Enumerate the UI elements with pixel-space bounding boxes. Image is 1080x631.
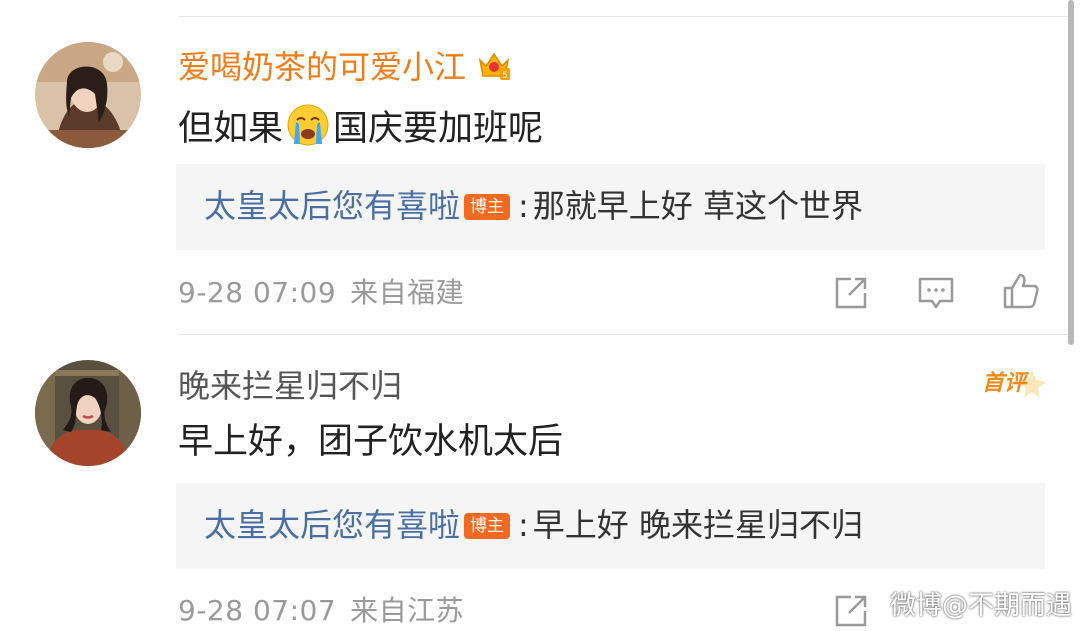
comment-date: 9-28 07:09: [178, 276, 337, 309]
like-icon[interactable]: [1001, 271, 1041, 311]
avatar[interactable]: [35, 360, 141, 466]
reply-box[interactable]: 太皇太后您有喜啦 博主: 那就早上好 草这个世界: [176, 164, 1045, 250]
reply-author[interactable]: 太皇太后您有喜啦: [204, 187, 460, 225]
comment-meta: 9-28 07:07 来自江苏: [178, 594, 464, 628]
reply-author[interactable]: 太皇太后您有喜啦: [204, 506, 460, 544]
username[interactable]: 晚来拦星归不归: [178, 366, 402, 406]
comment-icon[interactable]: [916, 273, 956, 313]
comment-divider: [178, 334, 1068, 335]
share-icon[interactable]: [831, 273, 871, 313]
author-badge: 博主: [464, 513, 511, 539]
reply-text: 早上好 晚来拦星归不归: [532, 506, 863, 544]
comment-date: 9-28 07:07: [178, 594, 337, 627]
comment-text: 但如果 国庆要加班呢: [178, 102, 543, 151]
reply-colon: :: [518, 506, 529, 544]
comment-text: 早上好，团子饮水机太后: [178, 422, 564, 462]
top-divider: [178, 16, 1068, 17]
crying-face-emoji: [285, 102, 331, 148]
comment-location: 来自江苏: [350, 594, 465, 627]
watermark: 微博@不期而遇: [890, 591, 1073, 621]
author-badge: 博主: [464, 194, 511, 220]
first-comment-badge: 首评: [980, 366, 1050, 402]
username[interactable]: 爱喝奶茶的可爱小江 5: [178, 46, 512, 87]
crown-icon: 5: [476, 46, 512, 82]
reply-box[interactable]: 太皇太后您有喜啦 博主: 早上好 晚来拦星归不归: [176, 483, 1045, 569]
comment-location: 来自福建: [350, 276, 465, 309]
first-comment-label: 首评: [982, 371, 1027, 396]
reply-line: 太皇太后您有喜啦 博主: 早上好 晚来拦星归不归: [204, 505, 863, 545]
username-text[interactable]: 晚来拦星归不归: [178, 367, 402, 405]
scrollbar[interactable]: [1068, 0, 1074, 345]
svg-text:5: 5: [502, 71, 508, 81]
reply-line: 太皇太后您有喜啦 博主: 那就早上好 草这个世界: [204, 186, 863, 226]
avatar[interactable]: [35, 42, 141, 148]
reply-text: 那就早上好 草这个世界: [532, 187, 863, 225]
share-icon[interactable]: [831, 591, 871, 631]
reply-colon: :: [518, 187, 529, 225]
username-text[interactable]: 爱喝奶茶的可爱小江: [178, 48, 466, 86]
comment-meta: 9-28 07:09 来自福建: [178, 276, 464, 310]
